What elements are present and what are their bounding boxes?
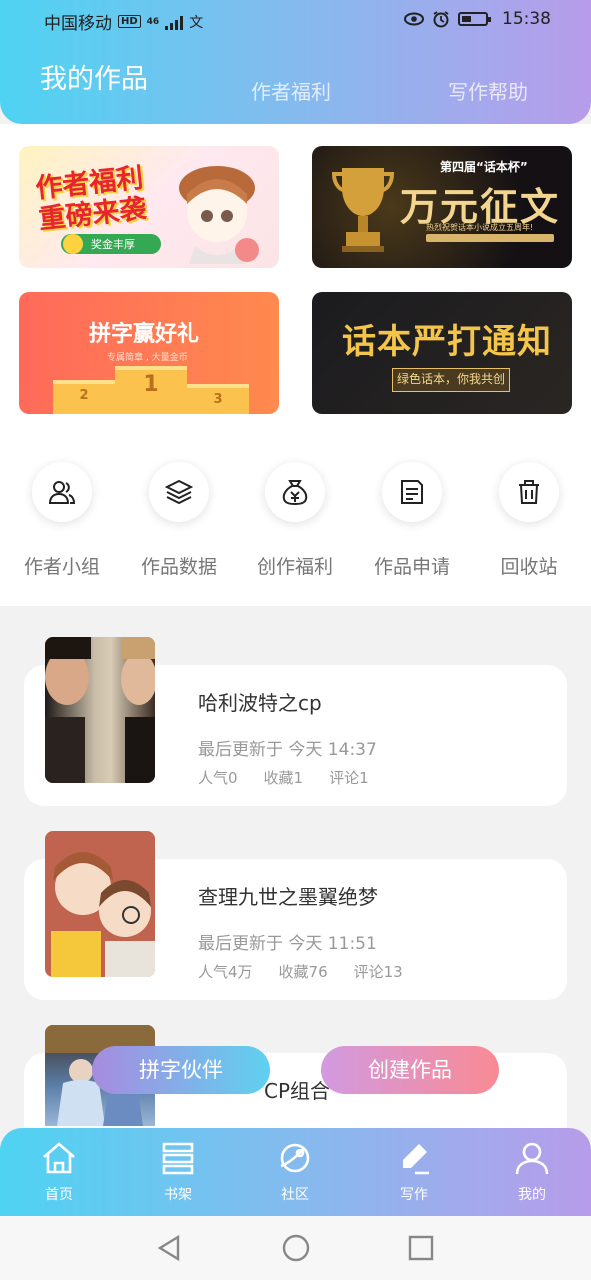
- shortcut-work-data[interactable]: 作品数据: [124, 462, 234, 579]
- battery-icon: [458, 12, 491, 26]
- shortcut-author-group[interactable]: 作者小组: [7, 462, 117, 579]
- header: 中国移动 HD 46 文 15:38 我的作品 作者福利 写作帮助: [0, 0, 591, 124]
- podium-first: 1: [115, 366, 187, 414]
- trophy-icon: [332, 168, 394, 252]
- pen-icon: [403, 1144, 429, 1175]
- work-popularity: 人气0: [198, 769, 238, 787]
- banner-author-benefits-title: 作者福利 重磅来袭: [34, 162, 148, 236]
- banner-word-count-reward[interactable]: 拼字赢好礼 专属简章 , 大量金币 2 1 3: [19, 292, 279, 414]
- shortcut-creation-benefits[interactable]: 创作福利: [240, 462, 350, 579]
- banner-essay-contest[interactable]: 第四届“话本杯” 万元征文 热烈祝贺话本小说成立五周年!: [312, 146, 572, 268]
- work-updated: 最后更新于 今天 11:51: [198, 934, 377, 954]
- home-icon: [43, 1142, 75, 1174]
- back-icon[interactable]: [156, 1234, 182, 1262]
- banner-crackdown-notice[interactable]: 话本严打通知 绿色话本，你我共创: [312, 292, 572, 414]
- anime-girl-illustration: [179, 166, 259, 264]
- recents-icon[interactable]: [408, 1234, 434, 1262]
- podium-third: 3: [187, 384, 249, 414]
- cover-anime-illustration: [51, 852, 155, 977]
- work-title: 查理九世之墨翼绝梦: [198, 885, 378, 909]
- work-stats: 人气0 收藏1 评论1: [198, 767, 369, 788]
- banner-grid: 作者福利 重磅来袭 奖金丰厚 第四届“话本杯” 万元征文 热烈祝贺话本小说成立五…: [0, 124, 591, 434]
- document-icon: [401, 480, 423, 504]
- tab-author-benefits[interactable]: 作者福利: [251, 76, 331, 105]
- shortcut-row: 作者小组 作品数据 创作福利 作品申请 回收站: [0, 434, 591, 606]
- translate-icon: 文: [189, 14, 204, 31]
- banner-author-benefits[interactable]: 作者福利 重磅来袭 奖金丰厚: [19, 146, 279, 268]
- carrier-label: 中国移动: [44, 14, 112, 34]
- layers-icon: [164, 479, 194, 505]
- work-stats: 人气4万 收藏76 评论13: [198, 961, 403, 982]
- nav-home[interactable]: 首页: [19, 1140, 99, 1204]
- works-list: 哈利波特之cp 最后更新于 今天 14:37 人气0 收藏1 评论1 查理九世之…: [0, 606, 591, 1194]
- people-icon: [48, 481, 76, 504]
- work-updated: 最后更新于 今天 14:37: [198, 740, 377, 760]
- cover-photo-portraits: [45, 637, 155, 783]
- tab-my-works[interactable]: 我的作品: [40, 57, 148, 96]
- work-cover-image[interactable]: [45, 637, 155, 783]
- shortcut-recycle-bin[interactable]: 回收站: [474, 462, 584, 579]
- nav-profile[interactable]: 我的: [492, 1140, 572, 1204]
- writing-partner-button[interactable]: 拼字伙伴: [92, 1046, 270, 1094]
- mascot-icon: [63, 234, 83, 254]
- work-title: CP组合: [264, 1079, 331, 1103]
- reward-title: 拼字赢好礼: [89, 322, 200, 347]
- contest-caption: 热烈祝贺话本小说成立五周年!: [426, 223, 534, 232]
- work-cover-image[interactable]: [45, 831, 155, 977]
- hd-icon: HD: [118, 15, 141, 28]
- contest-date-bar: [426, 234, 554, 242]
- top-tabs: 我的作品 作者福利 写作帮助: [0, 60, 591, 110]
- signal-icon: [165, 14, 184, 30]
- work-comments: 评论13: [353, 963, 403, 981]
- nav-write[interactable]: 写作: [374, 1140, 454, 1204]
- money-bag-icon: [282, 480, 308, 506]
- reward-caption: 专属简章 , 大量金币: [107, 353, 188, 363]
- work-title: 哈利波特之cp: [198, 691, 322, 715]
- status-bar: 中国移动 HD 46 文 15:38: [0, 0, 591, 40]
- system-nav-bar: [0, 1216, 591, 1280]
- planet-icon: [280, 1143, 310, 1173]
- shortcut-work-application[interactable]: 作品申请: [357, 462, 467, 579]
- notice-ribbon: 绿色话本，你我共创: [392, 368, 510, 392]
- create-work-button[interactable]: 创建作品: [321, 1046, 499, 1094]
- profile-icon: [515, 1142, 549, 1175]
- work-favorites: 收藏1: [263, 769, 304, 787]
- trash-icon: [519, 480, 539, 504]
- bookshelf-icon: [162, 1142, 194, 1175]
- podium-second: 2: [53, 380, 115, 414]
- work-popularity: 人气4万: [198, 963, 253, 981]
- eye-icon: [404, 12, 424, 26]
- nav-community[interactable]: 社区: [255, 1140, 335, 1204]
- network-label: 46: [146, 16, 160, 27]
- nav-bookshelf[interactable]: 书架: [138, 1140, 218, 1204]
- alarm-icon: [433, 11, 449, 28]
- tab-writing-help[interactable]: 写作帮助: [448, 76, 528, 105]
- clock-label: 15:38: [502, 9, 551, 29]
- home-circle-icon[interactable]: [282, 1234, 310, 1262]
- notice-title: 话本严打通知: [342, 322, 552, 362]
- contest-subtitle: 第四届“话本杯”: [440, 160, 528, 174]
- bottom-nav: 首页 书架 社区 写作 我的: [0, 1128, 591, 1216]
- work-favorites: 收藏76: [278, 963, 328, 981]
- work-comments: 评论1: [329, 769, 369, 787]
